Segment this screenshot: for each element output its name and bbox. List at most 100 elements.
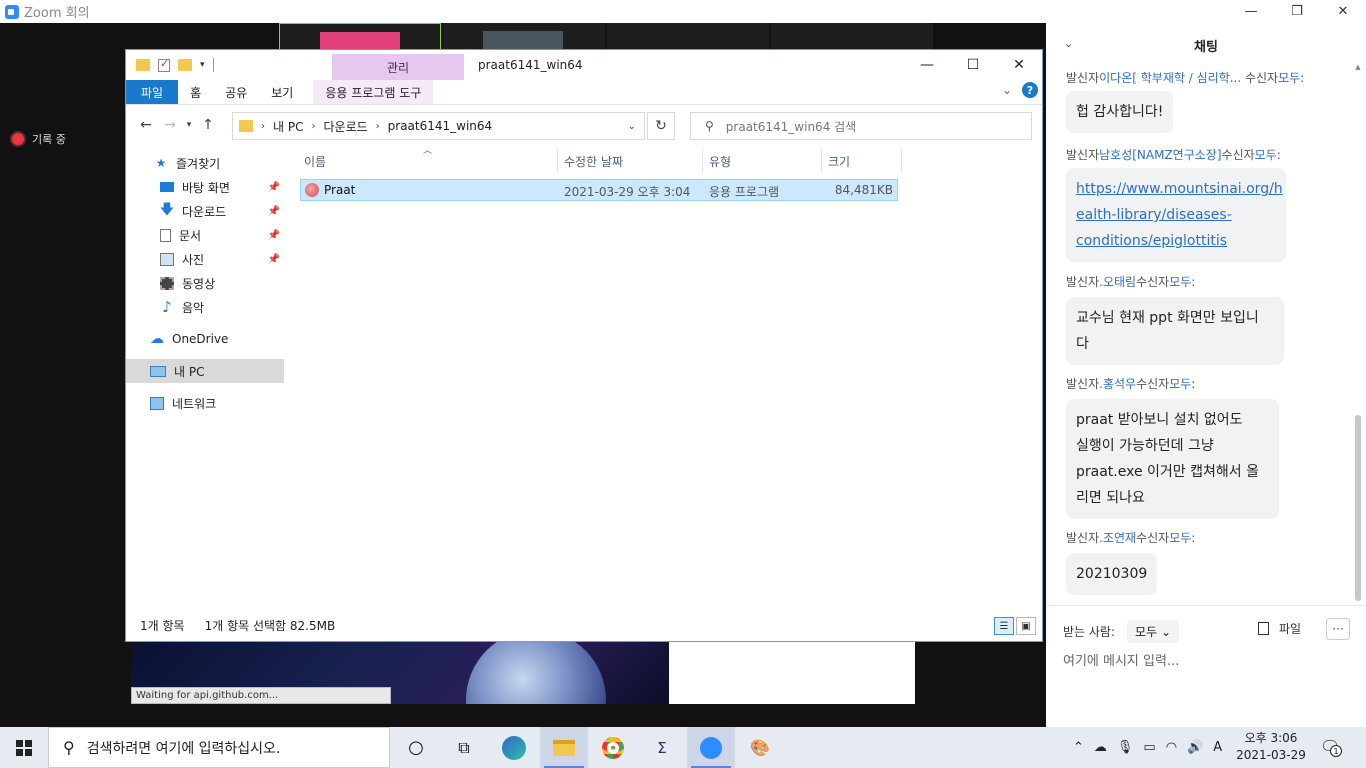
details-view-icon[interactable]: ☰ (994, 617, 1014, 635)
search-input[interactable]: ⚲ praat6141_win64 검색 (690, 112, 1032, 140)
explorer-close-button[interactable]: ✕ (996, 50, 1042, 80)
new-folder-icon[interactable] (178, 59, 192, 71)
calculator-app-icon[interactable]: Σ (638, 727, 686, 768)
onedrive-tray-icon[interactable]: ☁ (1094, 740, 1107, 755)
help-icon[interactable]: ? (1022, 82, 1038, 98)
video-thumbnail[interactable] (443, 23, 605, 51)
pin-icon[interactable]: 📌 (268, 230, 280, 241)
tab-application-tools[interactable]: 응용 프로그램 도구 (313, 80, 434, 104)
properties-icon[interactable] (158, 57, 170, 72)
column-type[interactable]: 유형 (709, 153, 731, 170)
edge-icon[interactable] (490, 727, 538, 768)
item-count: 1개 항목 (140, 618, 185, 633)
explorer-minimize-button[interactable]: — (904, 50, 950, 80)
chrome-icon[interactable] (589, 727, 637, 768)
tab-view[interactable]: 보기 (259, 80, 305, 104)
cortana-icon[interactable]: ○ (392, 727, 440, 768)
paint-app-icon[interactable]: 🎨 (736, 727, 784, 768)
microphone-icon[interactable]: 🎙 (1117, 740, 1134, 755)
breadcrumb-folder[interactable]: praat6141_win64 (388, 119, 493, 133)
file-explorer-icon[interactable] (540, 727, 588, 768)
tab-share[interactable]: 공유 (213, 80, 259, 104)
chat-message-input[interactable]: 여기에 메시지 입력... (1063, 650, 1179, 669)
file-share-button[interactable]: 파일 (1258, 620, 1301, 637)
wifi-icon[interactable]: ◠ (1166, 740, 1177, 755)
pin-icon[interactable]: 📌 (268, 182, 280, 193)
column-name[interactable]: 이름 (304, 153, 326, 170)
breadcrumb-downloads[interactable]: 다운로드 (323, 118, 367, 135)
column-divider[interactable] (821, 149, 822, 173)
scrollbar-thumb[interactable] (1355, 415, 1361, 601)
address-dropdown-icon[interactable]: ⌄ (628, 121, 636, 132)
refresh-button[interactable]: ↻ (647, 112, 675, 140)
tab-home[interactable]: 홈 (178, 80, 213, 104)
task-view-icon[interactable]: ⧉ (440, 727, 488, 768)
file-type: 응용 프로그램 (709, 185, 780, 199)
video-thumbnail[interactable] (771, 23, 933, 51)
forward-icon[interactable]: → (158, 117, 182, 133)
volume-icon[interactable]: 🔊 (1187, 740, 1203, 755)
nav-item-label: 사진 (182, 252, 205, 267)
breadcrumb-this-pc[interactable]: 내 PC (273, 118, 303, 135)
column-divider[interactable] (702, 149, 703, 173)
nav-item-downloads[interactable]: 🡇 다운로드 📌 (126, 199, 284, 223)
ime-indicator[interactable]: A (1213, 740, 1222, 755)
expand-ribbon-icon[interactable]: ⌄ (1002, 83, 1012, 97)
breadcrumb-chevron-icon[interactable]: › (261, 121, 265, 132)
battery-icon[interactable]: ▭ (1143, 740, 1155, 755)
nav-quick-access[interactable]: ★ 즐겨찾기 (126, 151, 284, 175)
notification-center-icon[interactable]: 🗨1 (1320, 737, 1342, 757)
video-thumbnail[interactable] (279, 23, 441, 52)
large-icons-view-icon[interactable]: ▣ (1016, 617, 1036, 635)
message-link[interactable]: https://www.mountsinai.org/h (1076, 181, 1283, 197)
address-bar[interactable]: › 내 PC › 다운로드 › praat6141_win64 ⌄ (232, 112, 645, 140)
nav-onedrive-label: OneDrive (172, 332, 229, 346)
breadcrumb-chevron-icon[interactable]: › (376, 121, 380, 132)
message-link[interactable]: conditions/epiglottitis (1076, 233, 1227, 249)
message-link[interactable]: ealth-library/diseases- (1076, 207, 1232, 223)
zoom-app-icon[interactable] (687, 727, 735, 768)
nav-item-desktop[interactable]: 바탕 화면 📌 (126, 175, 284, 199)
tab-file[interactable]: 파일 (126, 80, 179, 104)
start-button[interactable] (0, 727, 48, 768)
breadcrumb-chevron-icon[interactable]: › (311, 121, 315, 132)
pin-icon[interactable]: 📌 (268, 254, 280, 265)
column-divider[interactable] (901, 149, 902, 173)
clock-time: 오후 3:06 (1244, 731, 1298, 745)
more-options-button[interactable]: ··· (1326, 618, 1350, 640)
file-name: Praat (324, 183, 356, 197)
nav-item-music[interactable]: ♪ 음악 (126, 295, 284, 319)
taskbar-clock[interactable]: 오후 3:06 2021-03-29 (1226, 730, 1316, 764)
recording-indicator: 기록 중 (12, 131, 66, 147)
scroll-up-icon[interactable]: ▲ (1354, 63, 1362, 71)
pin-icon[interactable]: 📌 (268, 206, 280, 217)
nav-this-pc[interactable]: 내 PC (126, 359, 284, 383)
nav-item-videos[interactable]: 동영상 (126, 271, 284, 295)
nav-onedrive[interactable]: ☁ OneDrive (126, 327, 284, 351)
download-icon: 🡇 (159, 202, 175, 218)
recent-locations-icon[interactable]: ▾ (182, 120, 196, 130)
nav-item-pictures[interactable]: 사진 📌 (126, 247, 284, 271)
notification-count: 1 (1330, 745, 1342, 757)
customize-toolbar-icon[interactable]: ▾ (200, 60, 205, 70)
recipient-dropdown[interactable]: 모두 ⌄ (1127, 620, 1180, 643)
file-row[interactable]: Praat 2021-03-29 오후 3:04 응용 프로그램 84,481K… (300, 179, 898, 201)
explorer-maximize-button[interactable]: ☐ (950, 50, 996, 80)
show-hidden-icons-icon[interactable]: ⌃ (1073, 740, 1084, 755)
manage-context-tab[interactable]: 관리 (332, 54, 464, 80)
nav-item-documents[interactable]: 문서 📌 (126, 223, 284, 247)
minimize-button[interactable]: — (1228, 0, 1274, 23)
column-modified[interactable]: 수정한 날짜 (564, 153, 623, 170)
video-thumbnail[interactable] (607, 23, 769, 51)
collapse-chevron-icon[interactable]: ⌄ (1064, 37, 1073, 50)
message-line: 다 (1076, 336, 1089, 352)
close-button[interactable]: ✕ (1320, 0, 1366, 23)
up-icon[interactable]: ↑ (196, 117, 220, 133)
chat-scrollbar[interactable]: ▲ (1354, 63, 1362, 603)
nav-network[interactable]: 네트워크 (126, 391, 284, 415)
back-icon[interactable]: ← (134, 117, 158, 133)
column-divider[interactable] (557, 149, 558, 173)
taskbar-search-input[interactable]: ⚲ 검색하려면 여기에 입력하십시오. (48, 727, 390, 768)
column-size[interactable]: 크기 (828, 153, 850, 170)
restore-button[interactable]: ❐ (1274, 0, 1320, 23)
